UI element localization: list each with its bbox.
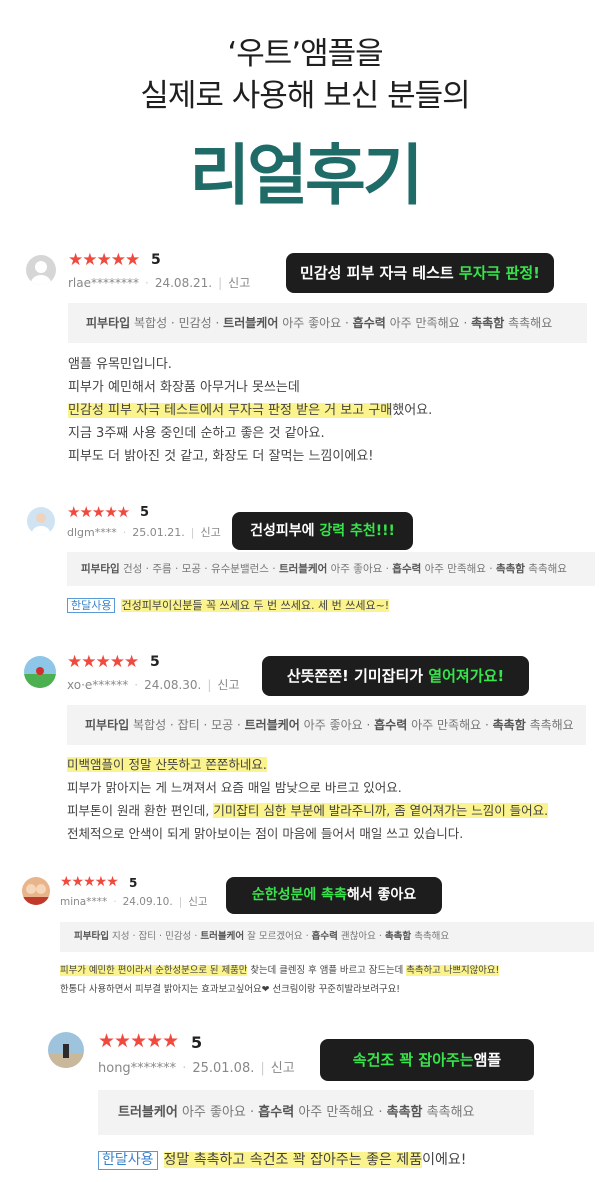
user-photo-icon [48,1044,84,1068]
skin-info-bar: 피부타입 복합성 · 잡티 · 모공 · 트러블케어 아주 좋아요 · 흡수력 … [67,705,586,745]
rating-score: 5 [191,1033,203,1052]
review-text: 앰플 유목민입니다. 피부가 예민해서 화장품 아무거나 못쓰는데 민감성 피부… [68,357,433,464]
review-callout: 산뜻쫀쫀! 기미잡티가 옅어져가요! [262,656,529,696]
default-user-icon [31,261,51,285]
report-link[interactable]: 신고 [217,678,239,692]
rating-score: 5 [129,876,138,890]
review-meta: rlae******** · 24.08.21. | 신고 [68,276,251,290]
user-photo-icon [32,513,50,535]
report-link[interactable]: 신고 [200,526,220,539]
review-text: 미백앰플이 정말 산뜻하고 쫀쫀하네요. 피부가 맑아지는 게 느껴져서 요즘 … [67,757,549,841]
review-meta: xo·e****** · 24.08.30. | 신고 [67,678,240,692]
avatar [22,877,50,905]
usage-badge: 한달사용 [67,598,116,614]
user-photo-icon [24,667,56,688]
review-date: 24.08.21. [154,276,213,290]
rating-score: 5 [140,505,150,520]
avatar [26,255,56,285]
star-rating: ★★★★★ [60,874,119,890]
skin-info-bar: 피부타입 복합성 · 민감성 · 트러블케어 아주 좋아요 · 흡수력 아주 만… [68,303,587,343]
rating-score: 5 [150,654,160,670]
hero-title: 리얼후기 [189,137,424,214]
review-text: 한달사용 정말 촉촉하고 속건조 꽉 잡아주는 좋은 제품이에요! [98,1150,466,1170]
star-rating: ★★★★★ [67,652,139,672]
review-callout: 건성피부에 강력 추천!!! [232,512,413,550]
usage-badge: 한달사용 [98,1151,158,1170]
star-rating: ★★★★★ [98,1030,179,1052]
skin-info-bar: 피부타입 건성 · 주름 · 모공 · 유수분밸런스 · 트러블케어 아주 좋아… [67,552,595,586]
review-meta: mina**** · 24.09.10. | 신고 [60,896,208,908]
skin-info-bar: 트러블케어 아주 좋아요 · 흡수력 아주 만족해요 · 촉촉함 촉촉해요 [98,1090,534,1135]
rating-score: 5 [151,252,161,268]
review-text: 피부가 예민한 편이라서 순한성분으로 된 제품만 찾는데 클렌징 후 앰플 바… [60,965,500,995]
skin-info-bar: 피부타입 지성 · 잡티 · 민감성 · 트러블케어 잘 모르겠어요 · 흡수력… [60,922,594,952]
report-link[interactable]: 신고 [228,276,250,290]
user-photo-icon [22,884,50,905]
review-callout: 순한성분에 촉촉해서 좋아요 [226,877,442,914]
review-callout: 민감성 피부 자극 테스트 무자극 판정! [286,253,554,293]
review-meta: dlgm**** · 25.01.21. | 신고 [67,526,221,539]
report-link[interactable]: 신고 [271,1061,295,1076]
hero-line-2: 실제로 사용해 보신 분들의 [140,78,470,114]
avatar [27,507,55,535]
review-callout: 속건조 꽉 잡아주는앰플 [320,1039,534,1081]
avatar [24,656,56,688]
avatar [48,1032,84,1068]
review-meta: hong******* · 25.01.08. | 신고 [98,1061,295,1076]
username: rlae******** [68,276,140,290]
star-rating: ★★★★★ [68,250,140,270]
star-rating: ★★★★★ [67,503,130,521]
review-text: 한달사용 건성피부이신분들 꼭 쓰세요 두 번 쓰세요. 세 번 쓰세요~! [67,598,390,614]
hero-line-1: ‘우트’앰플을 [227,36,383,72]
report-link[interactable]: 신고 [188,896,207,908]
